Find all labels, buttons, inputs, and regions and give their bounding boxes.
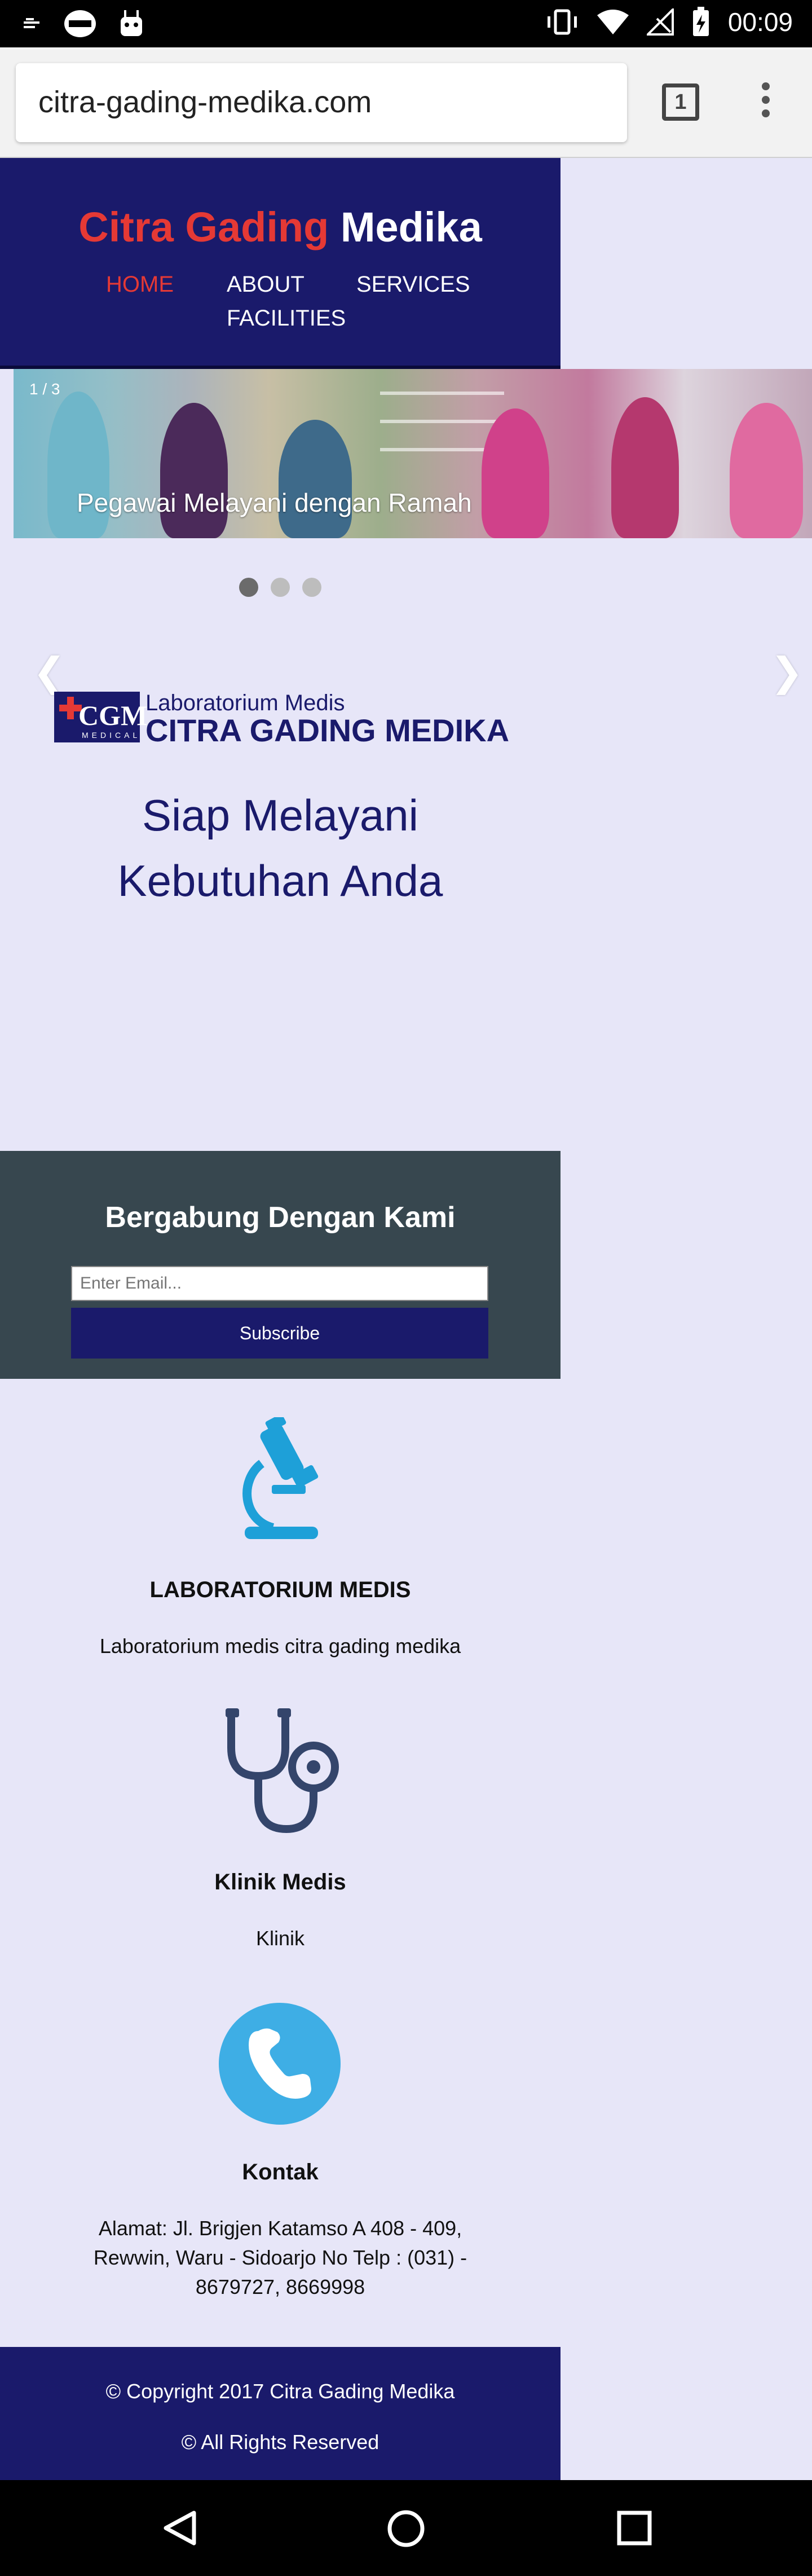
- logo-abbr: CGM: [78, 700, 148, 731]
- nav-about[interactable]: ABOUT: [227, 272, 304, 297]
- tagline-line2: Kebutuhan Anda: [117, 856, 443, 905]
- recents-icon[interactable]: [617, 2511, 652, 2546]
- nav-facilities[interactable]: FACILITIES: [227, 306, 346, 331]
- feature-title: Kontak: [242, 2160, 319, 2184]
- person-figure: [611, 397, 679, 538]
- slide-caption: Pegawai Melayani dengan Ramah: [77, 488, 472, 517]
- cgm-logo: CGM MEDICAL Laboratorium Medis CITRA GAD…: [54, 691, 517, 748]
- browser-toolbar: citra-gading-medika.com 1: [0, 47, 812, 158]
- android-icon: [121, 10, 142, 36]
- wifi-icon: [597, 10, 629, 34]
- status-bar: 00:09: [0, 0, 812, 47]
- feature-text: Klinik: [255, 1927, 305, 1950]
- logo-sub: MEDICAL: [82, 731, 141, 740]
- logo-line2: CITRA GADING MEDIKA: [145, 713, 510, 748]
- nav-services[interactable]: SERVICES: [356, 272, 470, 297]
- subscribe-title: Bergabung Dengan Kami: [105, 1201, 456, 1234]
- vibrate-icon: [547, 9, 577, 35]
- tagline-line1: Siap Melayani: [142, 790, 418, 840]
- battery-charging-icon: [692, 7, 709, 36]
- footer-rights: © All Rights Reserved: [181, 2430, 379, 2454]
- nav-home[interactable]: HOME: [106, 272, 174, 297]
- person-figure: [279, 420, 352, 538]
- stethoscope-icon: [226, 1708, 339, 1834]
- notification-icon: [24, 18, 39, 28]
- phone-icon: [219, 2003, 341, 2125]
- slider-next-button[interactable]: ❯: [770, 649, 804, 695]
- menu-dot-icon: [762, 96, 770, 104]
- person-figure: [482, 408, 549, 538]
- shelf-decoration: [380, 420, 504, 423]
- feature-title: Klinik Medis: [214, 1870, 346, 1894]
- person-figure: [730, 403, 803, 538]
- subscribe-section: Bergabung Dengan Kami Subscribe: [0, 1151, 561, 1379]
- image-slider[interactable]: 1 / 3 Pegawai Melayani dengan Ramah: [14, 369, 812, 538]
- address-bar[interactable]: citra-gading-medika.com: [16, 63, 627, 142]
- no-signal-icon: [646, 8, 674, 36]
- feature-text: Laboratorium medis citra gading medika: [99, 1634, 461, 1658]
- tab-switcher-button[interactable]: 1: [662, 83, 699, 121]
- back-icon[interactable]: [162, 2509, 197, 2547]
- clock: 00:09: [727, 7, 793, 37]
- slider-dot[interactable]: [271, 578, 290, 597]
- footer-copyright: © Copyright 2017 Citra Gading Medika: [105, 2380, 455, 2403]
- home-icon[interactable]: [387, 2509, 425, 2548]
- site-footer: © Copyright 2017 Citra Gading Medika © A…: [0, 2347, 561, 2480]
- url-text: citra-gading-medika.com: [38, 85, 372, 119]
- slide-counter: 1 / 3: [29, 380, 60, 398]
- logo-badge: CGM MEDICAL: [54, 692, 147, 742]
- site-brand[interactable]: Citra Gading Medika: [0, 203, 561, 251]
- shelf-decoration: [380, 392, 504, 395]
- brand-name-part2: Medika: [340, 204, 482, 250]
- brand-name-part1: Citra Gading: [78, 204, 329, 250]
- feature-text: Alamat: Jl. Brigjen Katamso A 408 - 409,…: [93, 2217, 467, 2298]
- slider-prev-button[interactable]: ❮: [33, 649, 66, 695]
- site-header: Citra Gading Medika HOME ABOUT SERVICES …: [0, 158, 561, 369]
- browser-menu-button[interactable]: [756, 82, 776, 123]
- email-input[interactable]: [71, 1266, 488, 1301]
- app-notification-icon: [64, 10, 96, 37]
- microscope-icon: [242, 1417, 319, 1539]
- slider-dot[interactable]: [239, 578, 258, 597]
- menu-dot-icon: [762, 82, 770, 90]
- feature-title: LABORATORIUM MEDIS: [149, 1577, 411, 1602]
- subscribe-button[interactable]: Subscribe: [71, 1308, 488, 1359]
- menu-dot-icon: [762, 109, 770, 117]
- person-figure: [160, 403, 228, 538]
- system-navigation-bar: [0, 2480, 812, 2576]
- slider-dot[interactable]: [302, 578, 321, 597]
- slider-dots: [239, 578, 321, 597]
